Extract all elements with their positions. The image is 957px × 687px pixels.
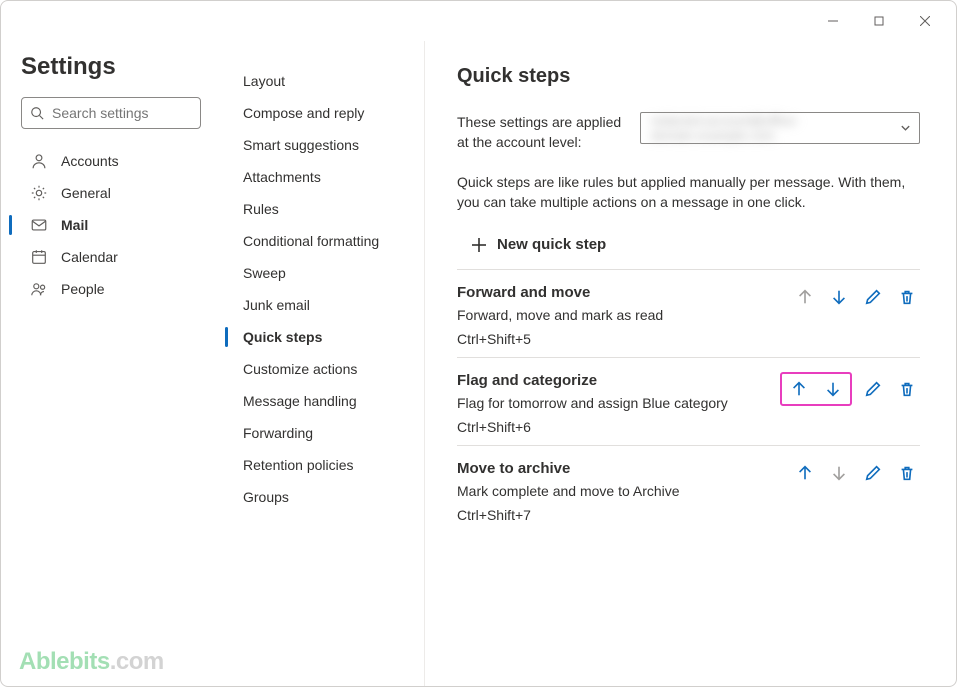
delete-button[interactable]	[894, 460, 920, 486]
nav-item-accounts[interactable]: Accounts	[21, 145, 201, 177]
quick-step-title: Forward and move	[457, 284, 780, 301]
quick-step-actions	[780, 284, 920, 310]
subnav-item-groups[interactable]: Groups	[233, 481, 412, 513]
calendar-icon	[29, 247, 49, 267]
account-dropdown-value: redacted.account@office-domain.example.c…	[651, 113, 900, 143]
quick-step-title: Move to archive	[457, 460, 780, 477]
edit-button[interactable]	[860, 376, 886, 402]
mail-icon	[29, 215, 49, 235]
subnav-item-junk-email[interactable]: Junk email	[233, 289, 412, 321]
nav-item-people[interactable]: People	[21, 273, 201, 305]
quick-step-shortcut: Ctrl+Shift+5	[457, 331, 780, 347]
move-down-button[interactable]	[820, 376, 846, 402]
move-down-button[interactable]	[826, 284, 852, 310]
subnav-item-retention-policies[interactable]: Retention policies	[233, 449, 412, 481]
quick-step-item: Forward and move Forward, move and mark a…	[457, 269, 920, 357]
settings-nav-list: Accounts General Mail Calendar People	[21, 145, 201, 305]
quick-step-shortcut: Ctrl+Shift+7	[457, 507, 780, 523]
page-title: Quick steps	[457, 65, 920, 88]
quick-step-item: Move to archive Mark complete and move to…	[457, 445, 920, 533]
applied-level-row: These settings are applied at the accoun…	[457, 112, 920, 152]
people-icon	[29, 279, 49, 299]
subnav-item-forwarding[interactable]: Forwarding	[233, 417, 412, 449]
quick-step-description: Mark complete and move to Archive	[457, 483, 780, 499]
subnav-item-customize-actions[interactable]: Customize actions	[233, 353, 412, 385]
mail-subnav: LayoutCompose and replySmart suggestions…	[217, 41, 425, 686]
watermark: Ablebits.com	[19, 648, 164, 676]
nav-item-calendar[interactable]: Calendar	[21, 241, 201, 273]
minimize-button[interactable]	[810, 5, 856, 37]
reorder-highlight	[780, 372, 852, 406]
close-button[interactable]	[902, 5, 948, 37]
quick-steps-description: Quick steps are like rules but applied m…	[457, 172, 920, 212]
nav-item-label: People	[61, 281, 105, 297]
delete-button[interactable]	[894, 376, 920, 402]
maximize-button[interactable]	[856, 5, 902, 37]
quick-step-item: Flag and categorize Flag for tomorrow and…	[457, 357, 920, 445]
move-up-button	[792, 284, 818, 310]
quick-steps-list: Forward and move Forward, move and mark a…	[457, 269, 920, 533]
quick-step-description: Flag for tomorrow and assign Blue catego…	[457, 395, 768, 411]
search-settings-wrap	[21, 97, 201, 129]
chevron-down-icon	[900, 122, 911, 134]
subnav-item-rules[interactable]: Rules	[233, 193, 412, 225]
subnav-item-quick-steps[interactable]: Quick steps	[233, 321, 412, 353]
subnav-item-message-handling[interactable]: Message handling	[233, 385, 412, 417]
quick-step-actions	[768, 372, 920, 406]
account-dropdown[interactable]: redacted.account@office-domain.example.c…	[640, 112, 920, 144]
move-up-button[interactable]	[792, 460, 818, 486]
subnav-item-smart-suggestions[interactable]: Smart suggestions	[233, 129, 412, 161]
delete-button[interactable]	[894, 284, 920, 310]
quick-step-shortcut: Ctrl+Shift+6	[457, 419, 768, 435]
move-down-button	[826, 460, 852, 486]
person-icon	[29, 151, 49, 171]
new-quick-step-label: New quick step	[497, 236, 606, 253]
nav-item-label: General	[61, 185, 111, 201]
subnav-item-conditional-formatting[interactable]: Conditional formatting	[233, 225, 412, 257]
search-icon	[30, 106, 44, 120]
move-up-button[interactable]	[786, 376, 812, 402]
nav-item-general[interactable]: General	[21, 177, 201, 209]
mail-subnav-list: LayoutCompose and replySmart suggestions…	[233, 65, 412, 513]
quick-steps-panel: Quick steps These settings are applied a…	[425, 41, 956, 686]
settings-title: Settings	[21, 53, 201, 81]
nav-item-mail[interactable]: Mail	[21, 209, 201, 241]
subnav-item-sweep[interactable]: Sweep	[233, 257, 412, 289]
gear-icon	[29, 183, 49, 203]
nav-item-label: Calendar	[61, 249, 118, 265]
quick-step-description: Forward, move and mark as read	[457, 307, 780, 323]
watermark-brand: Ablebits	[19, 648, 110, 675]
search-settings-input[interactable]	[21, 97, 201, 129]
plus-icon	[471, 237, 487, 253]
edit-button[interactable]	[860, 460, 886, 486]
subnav-item-layout[interactable]: Layout	[233, 65, 412, 97]
applied-level-label: These settings are applied at the accoun…	[457, 112, 622, 152]
subnav-item-compose-and-reply[interactable]: Compose and reply	[233, 97, 412, 129]
nav-item-label: Accounts	[61, 153, 119, 169]
subnav-item-attachments[interactable]: Attachments	[233, 161, 412, 193]
edit-button[interactable]	[860, 284, 886, 310]
quick-step-actions	[780, 460, 920, 486]
quick-step-title: Flag and categorize	[457, 372, 768, 389]
nav-item-label: Mail	[61, 217, 88, 233]
new-quick-step-button[interactable]: New quick step	[457, 230, 920, 259]
watermark-suffix: .com	[110, 648, 164, 675]
titlebar	[1, 1, 956, 41]
settings-sidebar: Settings Accounts General Mail Calendar Peop…	[1, 41, 217, 686]
